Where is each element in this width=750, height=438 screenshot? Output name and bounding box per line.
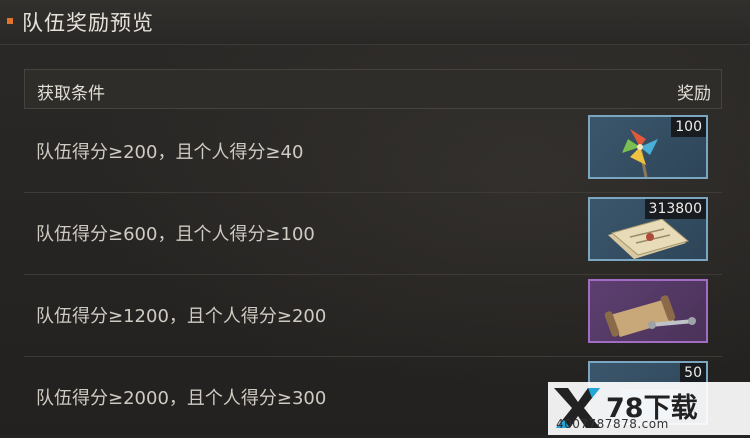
row-condition-text: 队伍得分≥200，且个人得分≥40 [36, 142, 304, 163]
watermark-url: 4007787878.com [556, 417, 669, 431]
reward-row: 队伍得分≥200，且个人得分≥40 100 [24, 110, 722, 193]
header-accent-marker [7, 18, 13, 24]
reward-row: 队伍得分≥1200，且个人得分≥200 [24, 274, 722, 357]
column-header-reward: 奖励 [677, 84, 711, 104]
reward-row: 队伍得分≥600，且个人得分≥100 313800 [24, 192, 722, 275]
scroll-blueprint-icon [604, 295, 696, 337]
column-header-condition: 获取条件 [37, 84, 105, 104]
row-condition-text: 队伍得分≥600，且个人得分≥100 [36, 224, 315, 245]
reward-item-slot[interactable]: 313800 [588, 197, 708, 261]
page-title: 队伍奖励预览 [22, 11, 154, 35]
reward-count-badge: 100 [671, 117, 706, 137]
table-header: 获取条件 奖励 [24, 69, 722, 109]
row-condition-text: 队伍得分≥1200，且个人得分≥200 [36, 306, 327, 327]
reward-item-slot[interactable]: 100 [588, 115, 708, 179]
panel-header: 队伍奖励预览 [0, 0, 750, 45]
watermark: 78下载 4007787878.com [548, 382, 750, 435]
row-condition-text: 队伍得分≥2000，且个人得分≥300 [36, 388, 327, 409]
reward-count-badge: 313800 [644, 199, 706, 219]
reward-count-badge: 50 [680, 363, 706, 383]
reward-item-slot[interactable] [588, 279, 708, 343]
